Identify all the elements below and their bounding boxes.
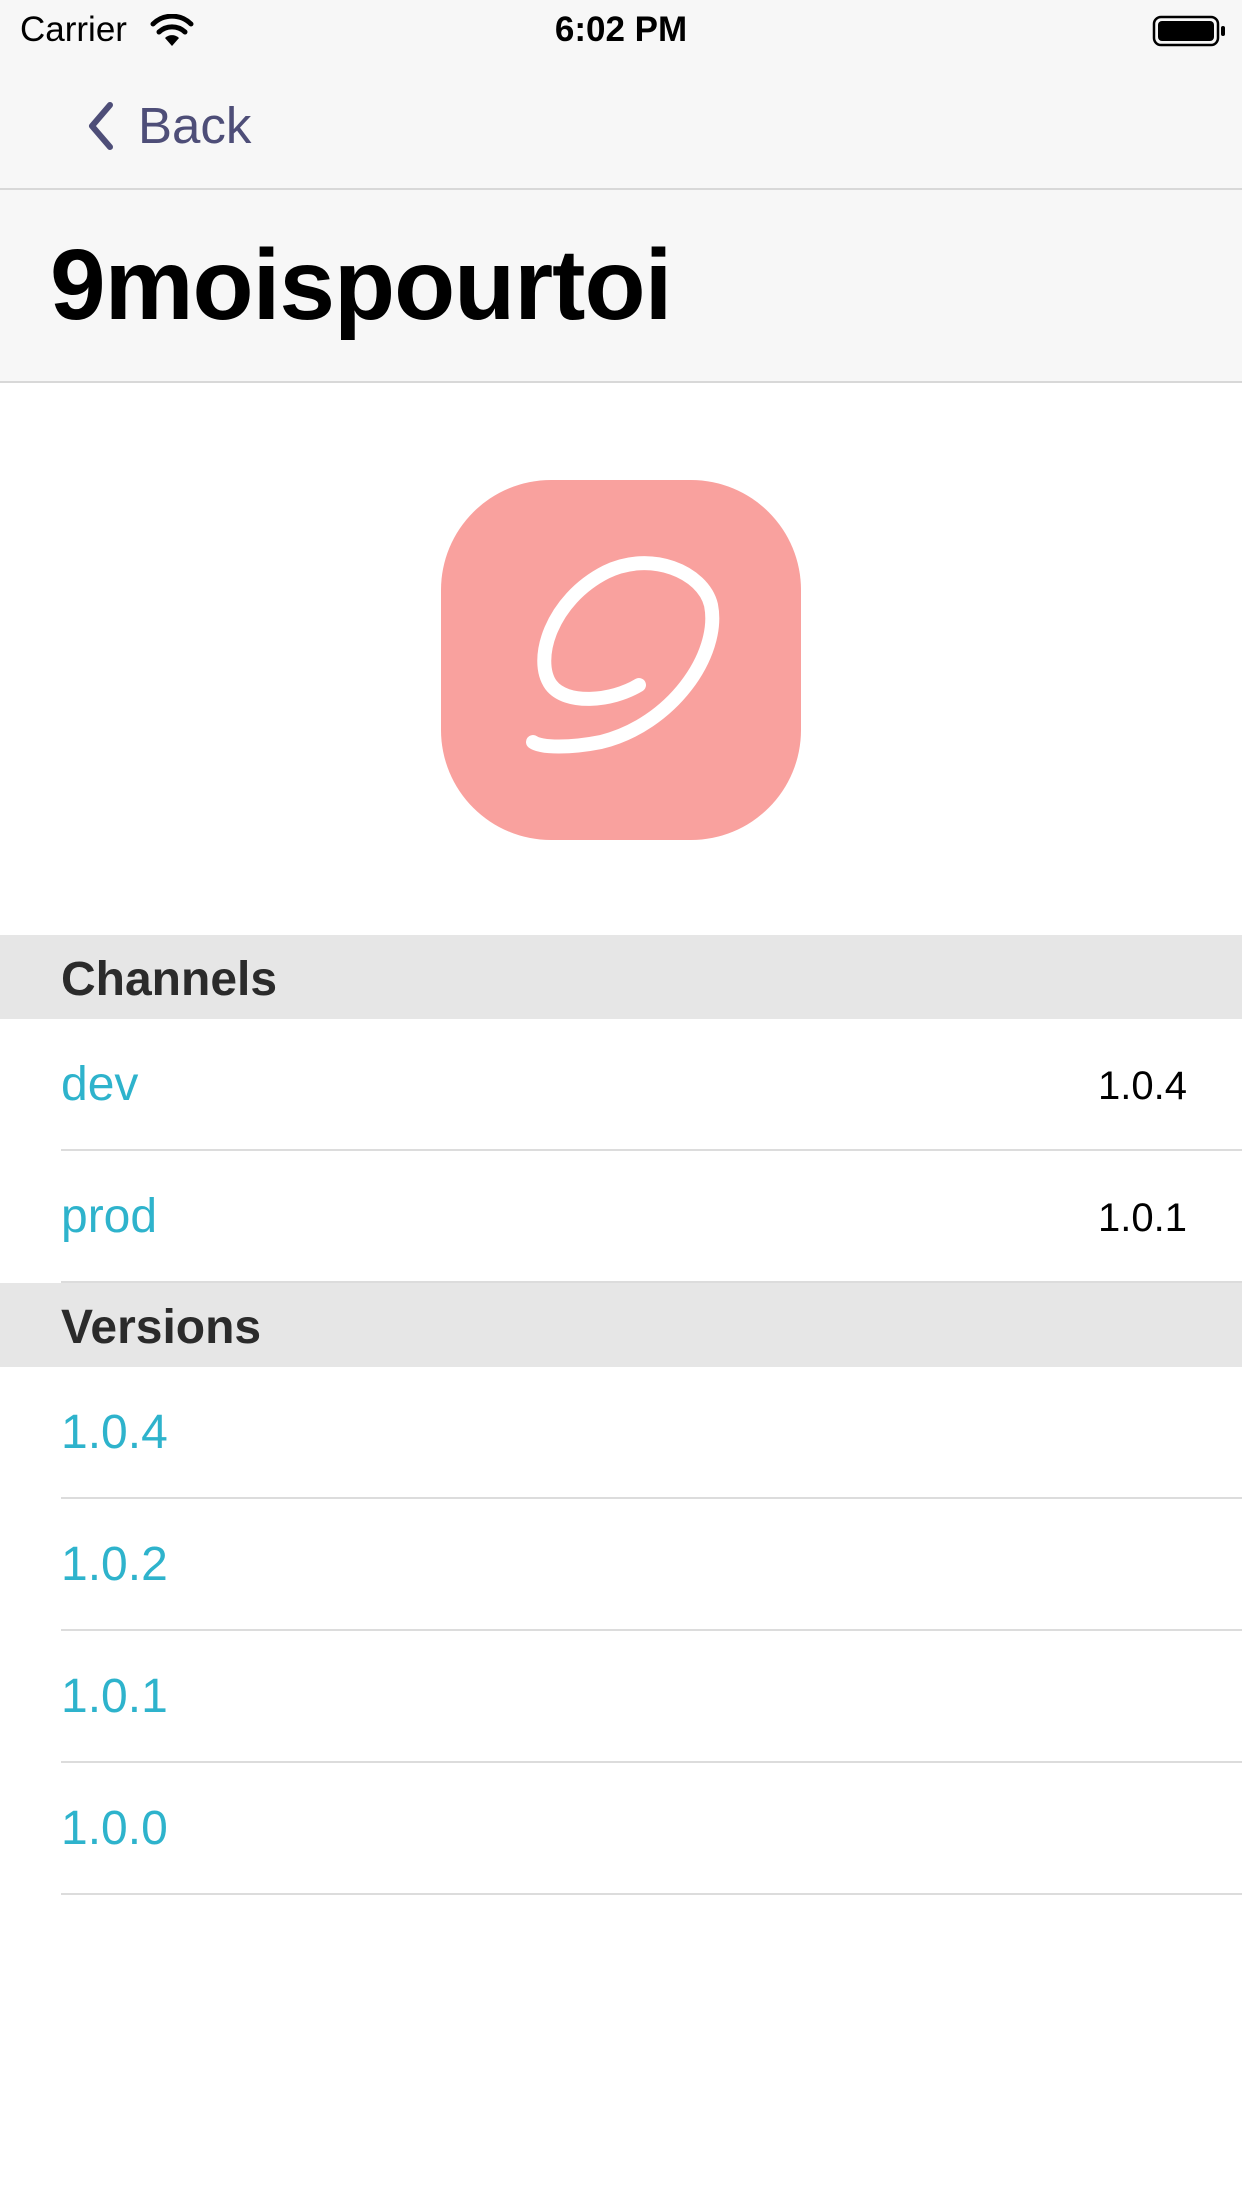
chevron-left-icon xyxy=(89,102,113,150)
section-header-versions: Versions xyxy=(0,1283,1242,1367)
version-label: 1.0.2 xyxy=(61,1538,168,1591)
row-separator xyxy=(61,1893,1242,1895)
channel-row-dev[interactable]: dev 1.0.4 xyxy=(0,1019,1242,1151)
title-bar: 9moispourtoi xyxy=(0,190,1242,383)
page-title: 9moispourtoi xyxy=(50,229,672,341)
version-row[interactable]: 1.0.0 xyxy=(0,1763,1242,1895)
battery-icon xyxy=(1152,15,1225,47)
channel-version: 1.0.4 xyxy=(1098,1064,1187,1108)
version-label: 1.0.0 xyxy=(61,1802,168,1855)
channel-name: prod xyxy=(61,1190,158,1243)
version-label: 1.0.1 xyxy=(61,1670,168,1723)
back-button[interactable]: Back xyxy=(86,96,251,156)
channel-name: dev xyxy=(61,1058,139,1111)
version-row[interactable]: 1.0.2 xyxy=(0,1499,1242,1631)
section-header-channels: Channels xyxy=(0,935,1242,1019)
back-button-label: Back xyxy=(138,97,252,154)
channel-version: 1.0.1 xyxy=(1098,1196,1187,1240)
section-header-label: Channels xyxy=(61,953,278,1006)
navigation-bar: Back xyxy=(0,60,1242,190)
status-time: 6:02 PM xyxy=(554,10,688,49)
channel-row-prod[interactable]: prod 1.0.1 xyxy=(0,1151,1242,1283)
app-detail-screen: Carrier 6:02 PM Back 9moispourtoi Channe… xyxy=(0,0,1242,2208)
version-label: 1.0.4 xyxy=(61,1406,168,1459)
version-row[interactable]: 1.0.4 xyxy=(0,1367,1242,1499)
version-row[interactable]: 1.0.1 xyxy=(0,1631,1242,1763)
section-header-label: Versions xyxy=(61,1301,262,1354)
app-logo-9-icon xyxy=(441,480,801,840)
status-bar: Carrier 6:02 PM xyxy=(0,0,1242,60)
